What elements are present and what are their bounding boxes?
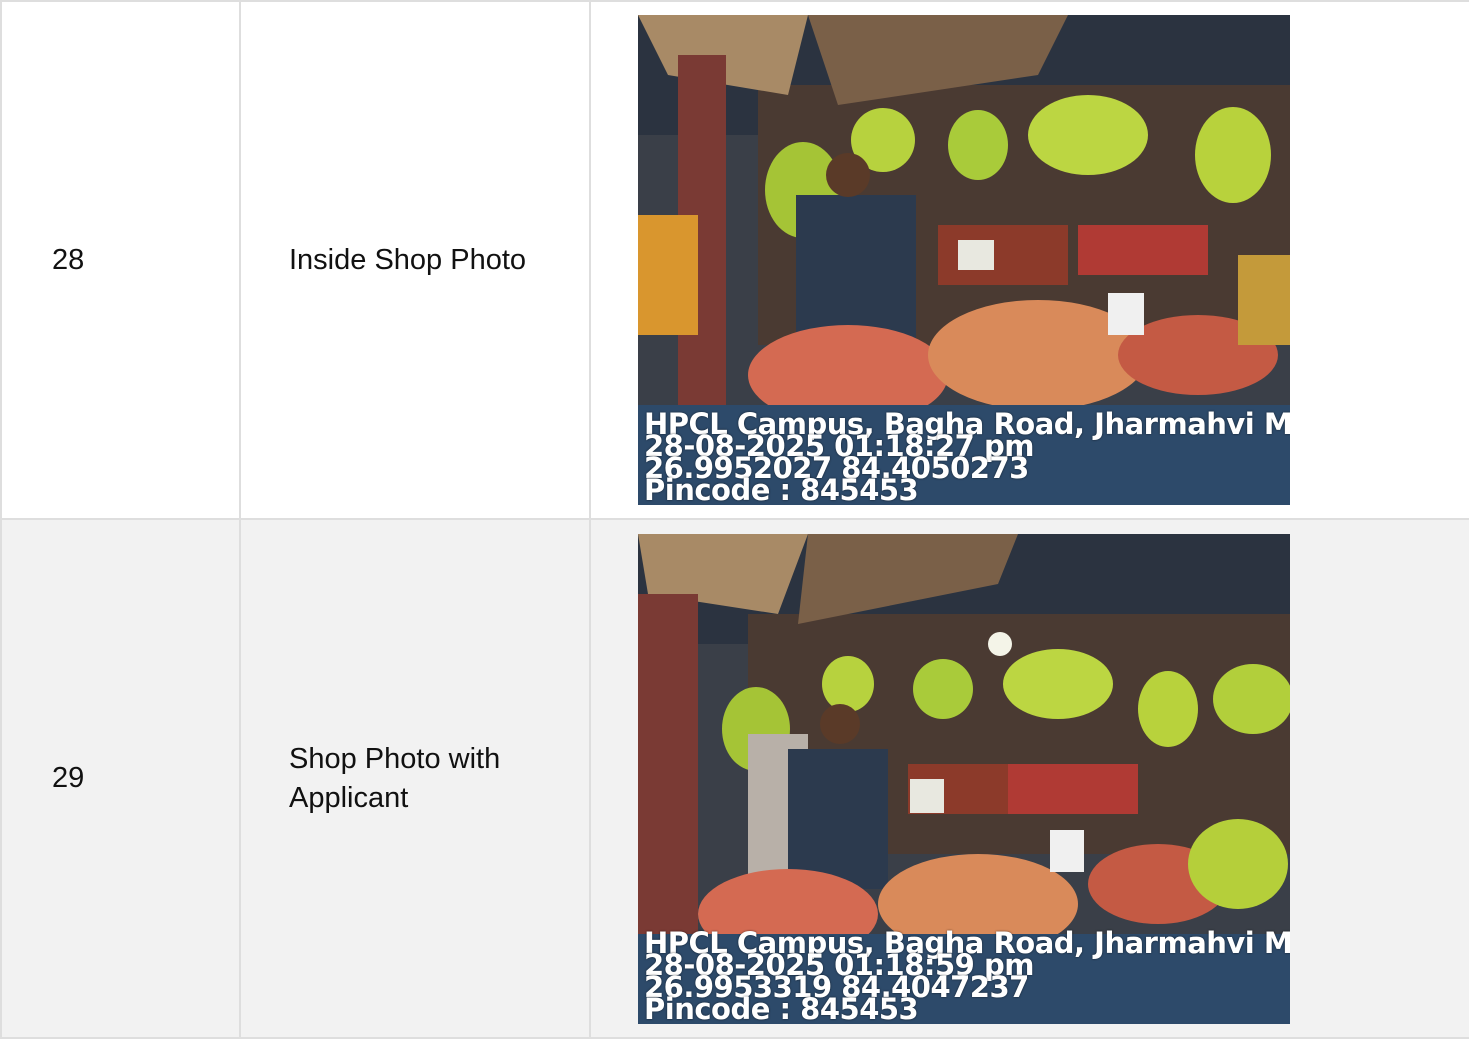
photo-geo-stamp: HPCL Campus, Bagha Road, Jharmahvi Main … <box>644 928 1290 1023</box>
row-label: Inside Shop Photo <box>239 0 591 520</box>
table-row: 28 Inside Shop Photo HPCL Campus, Bagha … <box>0 0 1469 520</box>
photo-geo-stamp: HPCL Campus, Bagha Road, Jharmahvi Main … <box>644 410 1290 505</box>
table-row: 29 Shop Photo with Applicant HPCL Campus… <box>0 518 1469 1039</box>
row-label: Shop Photo with Applicant <box>239 518 591 1039</box>
inside-shop-photo: HPCL Campus, Bagha Road, Jharmahvi Main … <box>638 15 1290 505</box>
photo-cell: HPCL Campus, Bagha Road, Jharmahvi Main … <box>589 0 1469 520</box>
photo-table: 28 Inside Shop Photo HPCL Campus, Bagha … <box>0 0 1469 1039</box>
row-number: 29 <box>0 518 241 1039</box>
photo-cell: HPCL Campus, Bagha Road, Jharmahvi Main … <box>589 518 1469 1039</box>
shop-photo-with-applicant: HPCL Campus, Bagha Road, Jharmahvi Main … <box>638 533 1290 1024</box>
row-number: 28 <box>0 0 241 520</box>
